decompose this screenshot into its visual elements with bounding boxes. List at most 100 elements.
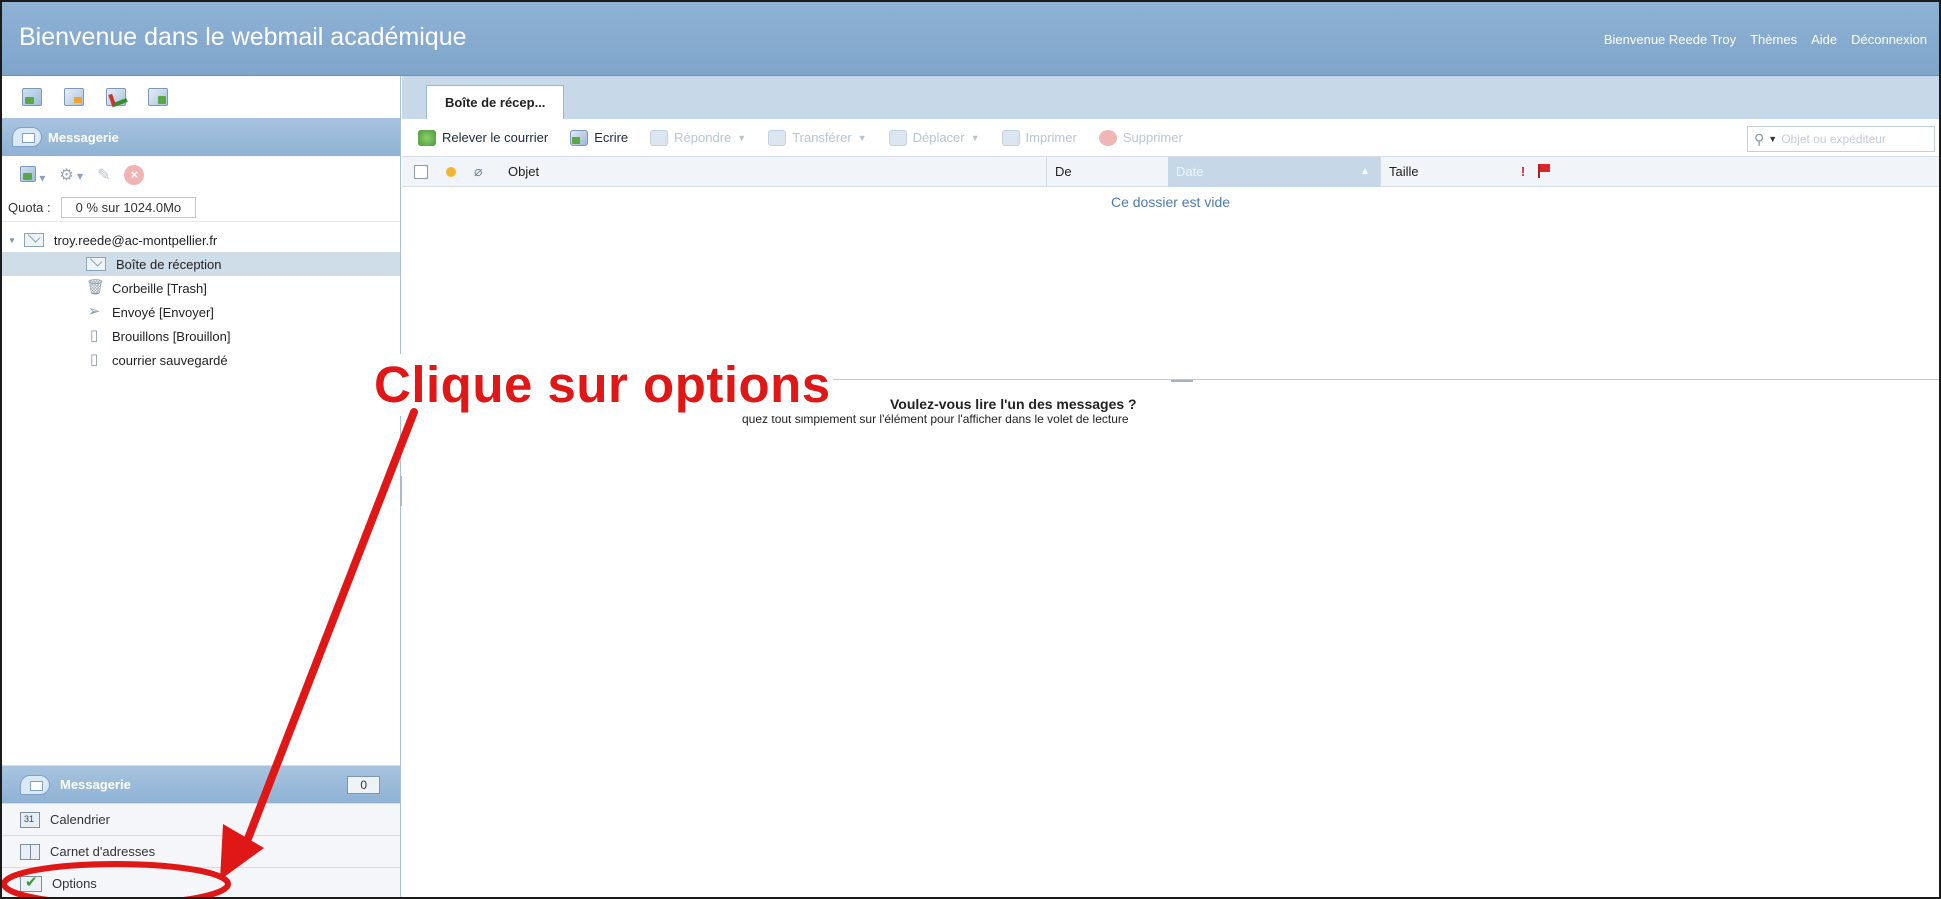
column-taille[interactable]: Taille: [1380, 157, 1500, 187]
tab-bar: Boîte de récep...: [402, 76, 1939, 119]
forward-icon: [768, 129, 787, 146]
logout-link[interactable]: Déconnexion: [1851, 32, 1927, 47]
new-contact-icon[interactable]: [148, 88, 168, 106]
folder-drafts[interactable]: ▯ Brouillons [Brouillon]: [2, 324, 400, 348]
annotation-text: Clique sur options: [372, 354, 833, 416]
column-objet[interactable]: Objet: [508, 164, 539, 179]
move-label: Déplacer: [912, 130, 965, 145]
move-icon: [888, 129, 907, 146]
welcome-user-link[interactable]: Bienvenue Reede Troy: [1604, 32, 1736, 47]
chevron-down-icon: ▼: [737, 132, 747, 143]
app-header: Bienvenue dans le webmail académique Bie…: [2, 2, 1939, 76]
new-event-icon[interactable]: [64, 88, 84, 106]
folder-label: Brouillons [Brouillon]: [112, 328, 231, 344]
search-filter-chevron-icon[interactable]: ▼: [1768, 134, 1777, 144]
nav-messagerie[interactable]: Messagerie 0: [2, 765, 400, 803]
folder-label: Envoyé [Envoyer]: [112, 304, 214, 320]
flag-column-icon[interactable]: [1538, 164, 1552, 178]
account-email: troy.reede@ac-montpellier.fr: [53, 232, 218, 248]
mail-toolbar: Relever le courrier Ecrire Répondre ▼ Tr…: [402, 119, 1939, 157]
address-book-icon: [20, 843, 40, 860]
sort-ascending-icon: ▲: [1360, 166, 1370, 177]
new-folder-menu[interactable]: ▾: [20, 165, 45, 185]
select-all-checkbox[interactable]: [414, 164, 428, 179]
rename-folder-icon[interactable]: ✎: [97, 165, 110, 185]
new-message-icon[interactable]: [22, 88, 42, 106]
new-task-icon[interactable]: [106, 88, 126, 106]
nav-carnet[interactable]: Carnet d'adresses: [2, 835, 400, 867]
messagerie-section-header: Messagerie: [2, 118, 400, 156]
nav-calendrier[interactable]: Calendrier: [2, 803, 400, 835]
folder-label: Boîte de réception: [116, 256, 222, 272]
print-button[interactable]: Imprimer: [1001, 129, 1077, 146]
folder-toolbar: ▾ ⚙ ▾ ✎ ×: [2, 156, 400, 194]
column-date[interactable]: Date ▲: [1168, 157, 1380, 187]
chevron-down-icon: ▼: [970, 132, 980, 143]
delete-icon: [1098, 129, 1117, 146]
help-link[interactable]: Aide: [1811, 32, 1837, 47]
message-list: Ce dossier est vide: [402, 187, 1939, 382]
expand-triangle-icon[interactable]: ▼: [8, 236, 16, 245]
gear-icon: ⚙: [59, 167, 74, 184]
folder-sent[interactable]: ➢ Envoyé [Envoyer]: [2, 300, 400, 324]
account-node[interactable]: ▼ troy.reede@ac-montpellier.fr: [2, 228, 400, 252]
delete-label: Supprimer: [1122, 130, 1183, 145]
saved-folder-icon: ▯: [89, 351, 99, 368]
priority-column-icon[interactable]: !: [1508, 157, 1538, 187]
quota-label: Quota :: [8, 200, 51, 215]
header-links: Bienvenue Reede Troy Thèmes Aide Déconne…: [1604, 32, 1927, 47]
calendar-icon: [20, 811, 40, 828]
chevron-down-icon: ▼: [857, 132, 867, 143]
search-placeholder: Objet ou expéditeur: [1781, 132, 1886, 146]
app-title: Bienvenue dans le webmail académique: [19, 23, 467, 51]
refresh-icon: [418, 129, 436, 146]
reply-label: Répondre: [674, 130, 732, 145]
themes-link[interactable]: Thèmes: [1750, 32, 1797, 47]
fetch-mail-button[interactable]: Relever le courrier: [418, 129, 549, 146]
module-nav: Messagerie 0 Calendrier Carnet d'adresse…: [2, 765, 400, 897]
compose-label: Ecrire: [594, 130, 629, 145]
nav-options-label: Options: [52, 876, 97, 891]
unread-column-icon[interactable]: [446, 166, 456, 177]
print-label: Imprimer: [1025, 130, 1077, 145]
reply-button[interactable]: Répondre ▼: [650, 129, 747, 146]
delete-folder-icon[interactable]: ×: [124, 165, 145, 185]
quota-row: Quota : 0 % sur 1024.0Mo: [2, 194, 400, 222]
messagerie-section-title: Messagerie: [48, 129, 119, 145]
drafts-icon: ▯: [89, 327, 99, 344]
reply-icon: [650, 129, 669, 146]
move-button[interactable]: Déplacer ▼: [888, 129, 980, 146]
nav-messagerie-label: Messagerie: [60, 777, 131, 792]
sent-icon: ➢: [87, 303, 101, 320]
tab-inbox[interactable]: Boîte de récep...: [426, 85, 565, 119]
attachment-column-icon[interactable]: ⌀: [474, 163, 482, 180]
quick-actions-toolbar: [2, 76, 400, 118]
compose-icon: [570, 129, 589, 146]
folder-inbox[interactable]: Boîte de réception: [2, 252, 400, 276]
inbox-icon: [86, 257, 106, 271]
folder-saved[interactable]: ▯ courrier sauvegardé: [2, 348, 400, 372]
fetch-mail-label: Relever le courrier: [442, 130, 549, 145]
new-folder-icon: [20, 165, 36, 182]
forward-button[interactable]: Transférer ▼: [768, 129, 867, 146]
reading-pane: Voulez-vous lire l'un des messages ? que…: [402, 380, 1939, 850]
left-panel: Messagerie ▾ ⚙ ▾ ✎ × Quota : 0 % sur 102…: [2, 76, 401, 897]
delete-button[interactable]: Supprimer: [1098, 129, 1183, 146]
messagerie-icon: [12, 127, 42, 147]
folder-settings-menu[interactable]: ⚙ ▾: [59, 165, 83, 185]
compose-button[interactable]: Ecrire: [570, 129, 629, 146]
folder-trash[interactable]: 🗑 Corbeille [Trash]: [2, 276, 400, 300]
search-input[interactable]: ⚲ ▼ Objet ou expéditeur: [1747, 126, 1935, 152]
trash-icon: 🗑: [86, 279, 106, 296]
empty-folder-message: Ce dossier est vide: [1110, 194, 1231, 210]
main-panel: Boîte de récep... Relever le courrier Ec…: [402, 76, 1939, 897]
column-date-label: Date: [1176, 164, 1204, 179]
unread-count-badge: 0: [347, 775, 380, 794]
nav-carnet-label: Carnet d'adresses: [50, 844, 156, 859]
search-icon[interactable]: ⚲: [1754, 131, 1764, 148]
nav-options[interactable]: Options: [2, 867, 400, 897]
folder-label: Corbeille [Trash]: [112, 280, 207, 296]
folder-tree: ▼ troy.reede@ac-montpellier.fr Boîte de …: [2, 222, 400, 372]
options-icon: [20, 873, 42, 892]
folder-label: courrier sauvegardé: [112, 352, 228, 368]
